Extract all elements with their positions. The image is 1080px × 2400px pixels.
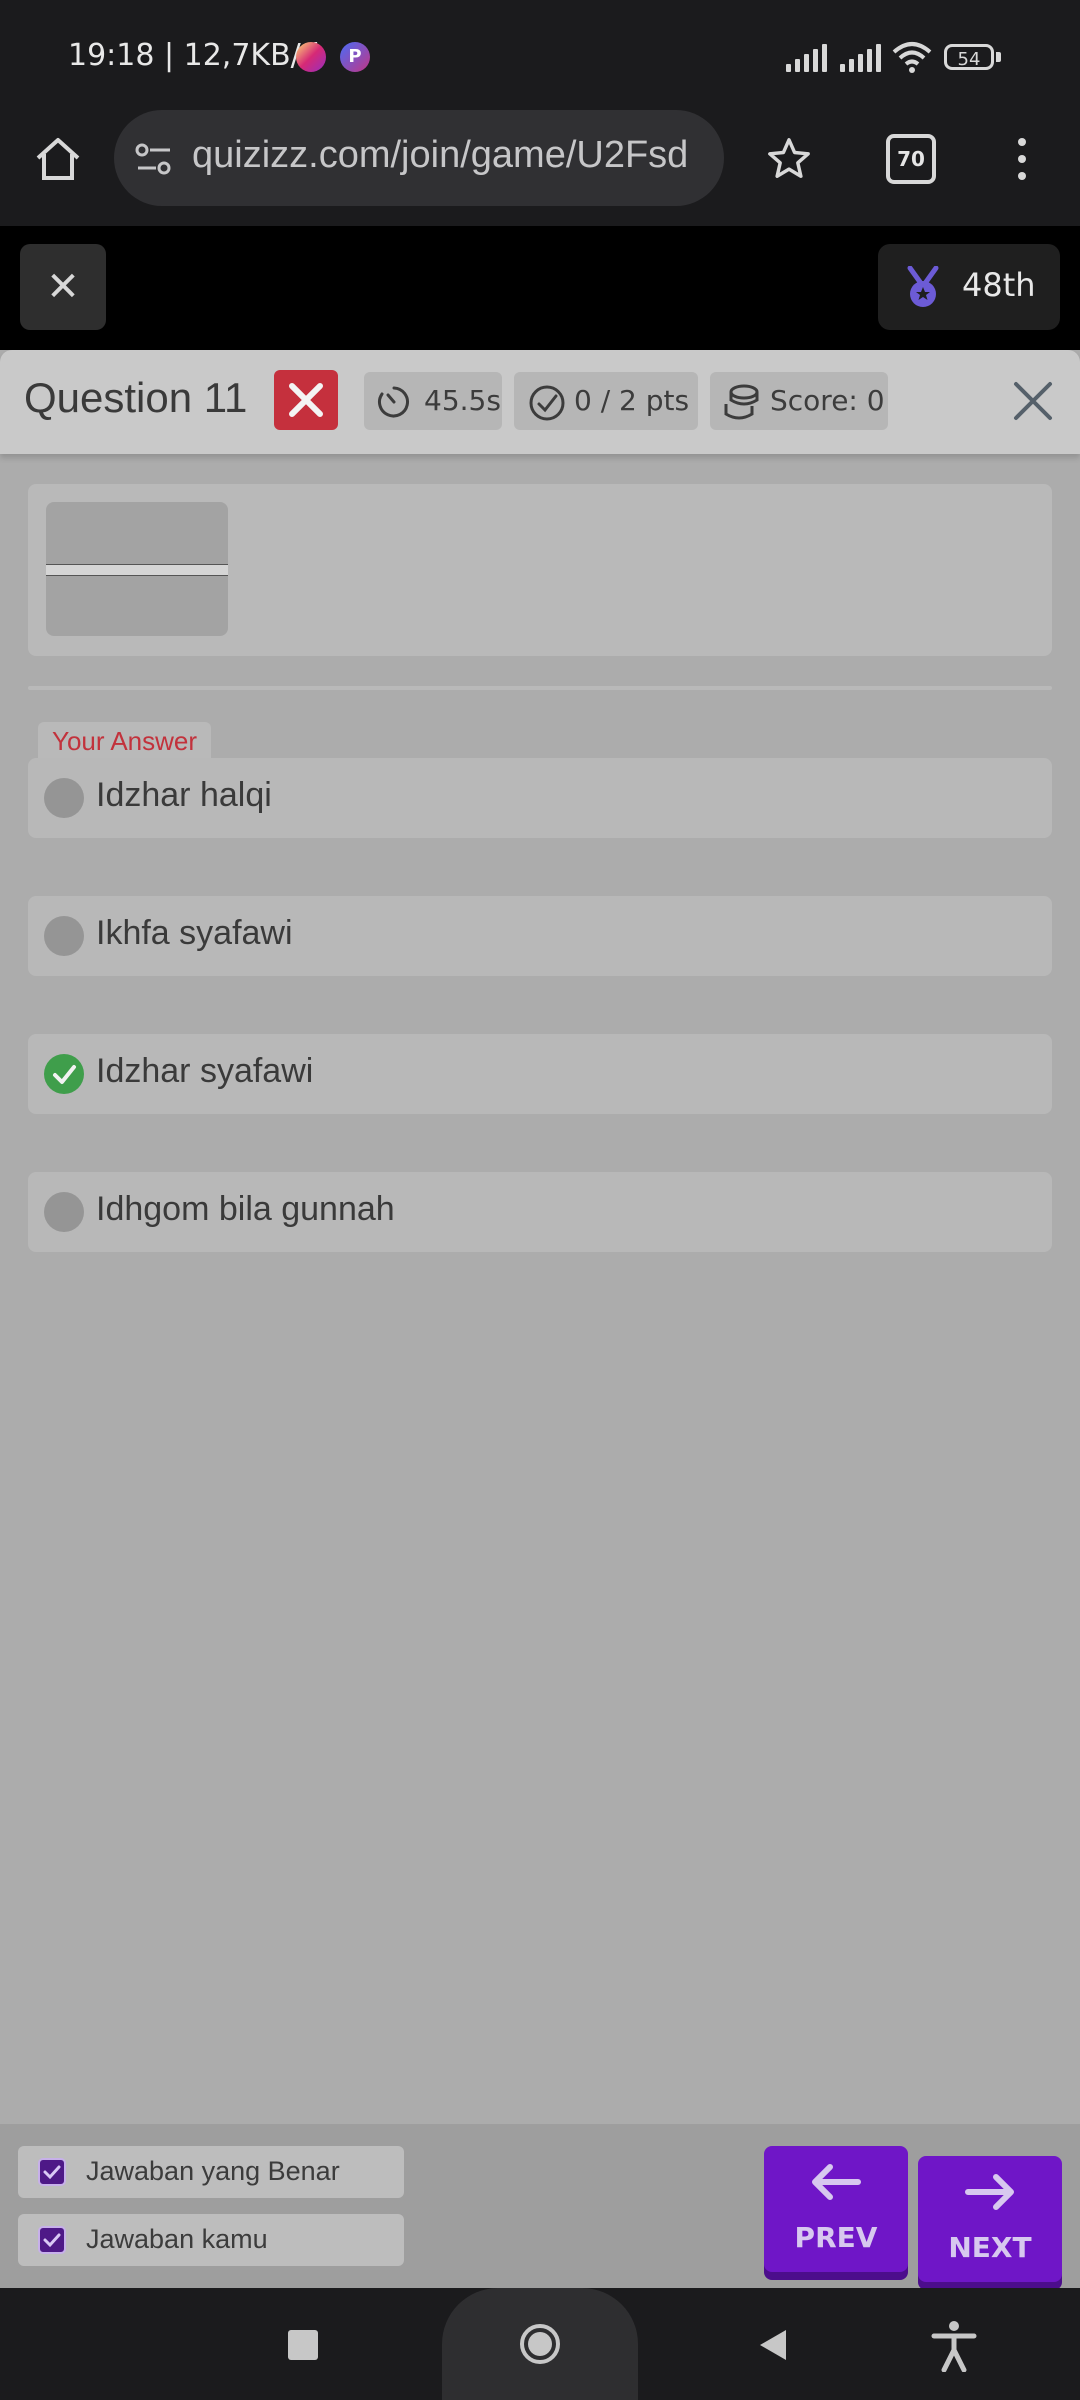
recents-icon[interactable] bbox=[288, 2330, 318, 2360]
next-label: NEXT bbox=[948, 2231, 1032, 2264]
signal-icon-2 bbox=[840, 44, 884, 72]
tab-switcher-button[interactable]: 70 bbox=[886, 134, 936, 184]
status-bar: 19:18 | 12,7KB/d P 54 bbox=[0, 0, 1080, 110]
back-icon[interactable] bbox=[758, 2328, 788, 2362]
answer-option[interactable]: Ikhfa syafawi bbox=[28, 896, 1052, 976]
question-header: Question 11 45.5s 0 / 2 pts Score: 0 bbox=[0, 350, 1080, 454]
status-time: 19:18 | 12,7KB/d bbox=[68, 38, 320, 73]
legend-your-answer[interactable]: Jawaban kamu bbox=[18, 2214, 404, 2266]
option-radio-icon bbox=[44, 916, 84, 956]
legend-correct-label: Jawaban yang Benar bbox=[86, 2156, 340, 2186]
score-pill: Score: 0 bbox=[710, 372, 888, 430]
exit-game-button[interactable]: ✕ bbox=[20, 244, 106, 330]
coins-icon bbox=[724, 384, 759, 420]
home-circle-icon bbox=[520, 2324, 560, 2364]
time-taken-pill: 45.5s bbox=[364, 372, 502, 430]
prev-button[interactable]: PREV bbox=[764, 2146, 908, 2272]
question-title: Question 11 bbox=[24, 374, 248, 421]
game-top-bar: ✕ 48th bbox=[0, 226, 1080, 350]
arrow-right-icon bbox=[965, 2174, 1014, 2210]
accessibility-icon[interactable] bbox=[930, 2320, 978, 2372]
score-text: Score: 0 bbox=[770, 384, 885, 417]
points-text: 0 / 2 pts bbox=[574, 384, 690, 417]
url-text[interactable]: quizizz.com/join/game/U2Fsd bbox=[192, 134, 688, 177]
question-image-text-strip bbox=[46, 564, 228, 576]
site-settings-icon[interactable] bbox=[134, 142, 174, 176]
rank-text: 48th bbox=[962, 266, 1036, 304]
check-circle-icon bbox=[44, 1054, 84, 1094]
timer-icon bbox=[378, 386, 409, 418]
question-image-card bbox=[28, 484, 1052, 656]
x-mark-icon bbox=[289, 383, 323, 417]
legend-yours-label: Jawaban kamu bbox=[86, 2224, 268, 2254]
arrow-left-icon bbox=[812, 2164, 861, 2200]
prev-label: PREV bbox=[794, 2221, 878, 2254]
bookmark-star-icon[interactable] bbox=[766, 136, 812, 182]
option-radio-icon bbox=[44, 778, 84, 818]
legend-correct-answer[interactable]: Jawaban yang Benar bbox=[18, 2146, 404, 2198]
rank-badge[interactable]: 48th bbox=[878, 244, 1060, 330]
checkbox-checked-icon[interactable] bbox=[38, 2226, 66, 2254]
system-navigation-bar bbox=[0, 2288, 1080, 2400]
checkbox-checked-icon[interactable] bbox=[38, 2158, 66, 2186]
answer-option[interactable]: Idhgom bila gunnah bbox=[28, 1172, 1052, 1252]
signal-icon bbox=[786, 44, 830, 72]
home-button[interactable] bbox=[442, 2288, 638, 2400]
incorrect-badge bbox=[274, 370, 338, 430]
overflow-menu-icon[interactable] bbox=[1012, 136, 1032, 182]
answer-option-correct[interactable]: Idzhar syafawi bbox=[28, 1034, 1052, 1114]
p-app-icon: P bbox=[340, 42, 370, 72]
option-label: Idzhar halqi bbox=[96, 776, 272, 814]
points-pill: 0 / 2 pts bbox=[514, 372, 698, 430]
home-icon[interactable] bbox=[34, 136, 82, 182]
option-label: Idzhar syafawi bbox=[96, 1052, 314, 1090]
option-label: Ikhfa syafawi bbox=[96, 914, 293, 952]
divider bbox=[28, 686, 1052, 690]
wifi-icon bbox=[892, 42, 932, 73]
answer-option[interactable]: Idzhar halqi bbox=[28, 758, 1052, 838]
time-taken: 45.5s bbox=[424, 384, 501, 417]
your-answer-tag: Your Answer bbox=[38, 722, 212, 758]
instagram-icon bbox=[296, 42, 326, 72]
medal-icon bbox=[907, 266, 939, 307]
option-radio-icon bbox=[44, 1192, 84, 1232]
close-icon[interactable] bbox=[1008, 376, 1058, 426]
battery-tip bbox=[996, 52, 1001, 62]
browser-toolbar: quizizz.com/join/game/U2Fsd 70 bbox=[0, 110, 1080, 226]
question-image[interactable] bbox=[46, 502, 228, 636]
next-button[interactable]: NEXT bbox=[918, 2156, 1062, 2282]
battery-icon: 54 bbox=[944, 44, 994, 70]
option-label: Idhgom bila gunnah bbox=[96, 1190, 395, 1228]
check-circle-icon bbox=[529, 385, 565, 421]
